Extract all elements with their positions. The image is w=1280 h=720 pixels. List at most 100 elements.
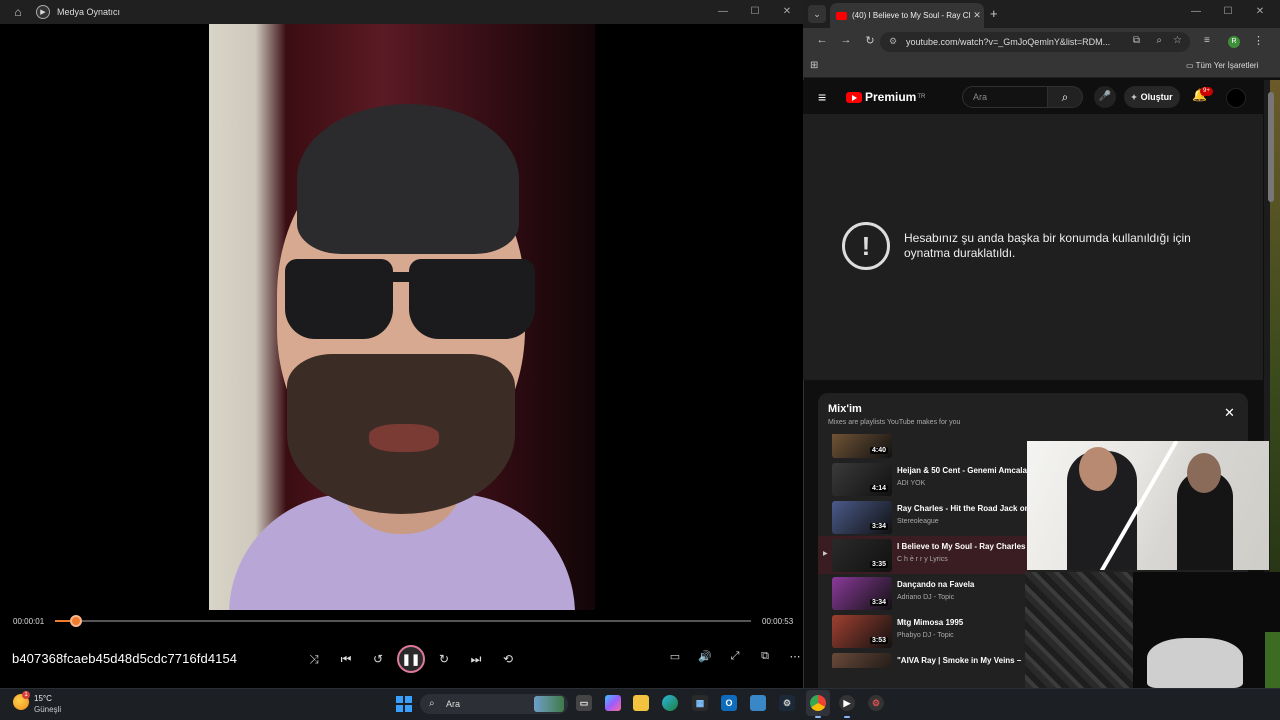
browser-close-button[interactable]: ✕ — [1244, 0, 1276, 24]
copilot-icon[interactable] — [605, 695, 621, 711]
playback-paused-message: Hesabınız şu anda başka bir konumda kull… — [904, 231, 1191, 260]
app-taskbar-icon[interactable]: ⚙ — [868, 695, 884, 711]
home-icon[interactable]: ⌂ — [0, 5, 36, 19]
all-bookmarks-link[interactable]: ▭ Tüm Yer İşaretleri — [1186, 61, 1258, 70]
mix-list-item[interactable]: 4:40Kenan Doğulu — [818, 434, 1028, 460]
tab-title: (40) I Believe to My Soul - Ray Charles — [852, 11, 970, 20]
weather-alert-badge: 1 — [22, 691, 30, 699]
subtitles-icon[interactable]: ▭ — [660, 650, 690, 663]
mix-item-channel: ADI YOK — [897, 480, 926, 487]
address-bar[interactable]: ⚙ youtube.com/watch?v=_GmJoQemlnY&list=R… — [880, 32, 1190, 52]
total-time: 00:00:53 — [762, 617, 794, 626]
skip-forward-30-icon[interactable]: ↻ — [428, 652, 460, 666]
mix-list-item[interactable]: 3:34 Dançando na Favela Adriano DJ - Topic — [818, 574, 1028, 612]
browser-maximize-button[interactable]: ☐ — [1212, 0, 1244, 24]
new-tab-button[interactable]: + — [990, 6, 998, 21]
close-button[interactable]: ✕ — [771, 0, 803, 24]
tab-close-icon[interactable]: ✕ — [970, 10, 984, 21]
zoom-icon[interactable]: ⌕ — [1156, 35, 1162, 46]
profile-avatar[interactable]: R — [1228, 36, 1240, 48]
media-player-taskbar-icon[interactable]: ▶ — [839, 695, 855, 711]
mix-item-title[interactable]: Mtg Mimosa 1995 — [897, 618, 1028, 627]
mix-playlist-list: 4:40Kenan Doğulu 4:14 Heijan & 50 Cent - G… — [818, 434, 1028, 668]
mix-item-duration: 3:34 — [870, 523, 889, 530]
video-preview-thumbnail[interactable] — [1027, 441, 1269, 570]
mix-list-item[interactable]: ▶ 3:35 I Believe to My Soul - Ray Charles … — [818, 536, 1028, 574]
minimize-button[interactable]: — — [707, 0, 739, 24]
mix-item-title[interactable]: Dançando na Favela — [897, 580, 1028, 589]
repeat-icon[interactable]: ⟲ — [492, 652, 524, 666]
search-icon[interactable]: ⌕ — [1047, 86, 1083, 108]
media-player-titlebar: ⌂ ▶ Medya Oynatıcı — ☐ ✕ — [0, 0, 803, 24]
browser-menu-icon[interactable]: ⋮ — [1253, 34, 1264, 47]
microphone-icon[interactable]: 🎤 — [1094, 86, 1116, 108]
mix-item-title[interactable]: I Believe to My Soul - Ray Charles [ — [897, 542, 1028, 551]
windows-start-icon[interactable] — [396, 696, 412, 712]
video-frame[interactable] — [209, 24, 595, 610]
mix-item-thumbnail[interactable] — [832, 653, 892, 668]
browser-minimize-button[interactable]: — — [1180, 0, 1212, 24]
player-extra-controls: ▭ 🔊 ⤢ ⧉ ⋯ — [660, 650, 810, 663]
browser-tab[interactable]: (40) I Believe to My Soul - Ray Charles … — [830, 3, 984, 28]
next-track-icon[interactable]: ⏭ — [460, 652, 492, 667]
volume-icon[interactable]: 🔊 — [690, 650, 720, 663]
mix-list-item[interactable]: 4:14 Heijan & 50 Cent - Genemi Amcalar ADI… — [818, 460, 1028, 498]
hamburger-menu-icon[interactable]: ≡ — [818, 89, 826, 105]
close-icon[interactable]: ✕ — [1224, 405, 1235, 421]
media-player-app-icon: ▶ — [36, 5, 50, 19]
weather-description[interactable]: Güneşli — [34, 705, 61, 714]
install-app-icon[interactable]: ⧉ — [1133, 35, 1140, 46]
youtube-favicon-icon — [836, 11, 847, 20]
site-info-icon[interactable]: ⚙ — [889, 36, 897, 47]
address-bar-url: youtube.com/watch?v=_GmJoQemlnY&list=RDM… — [906, 37, 1111, 47]
mix-item-title[interactable]: Ray Charles - Hit the Road Jack on — [897, 504, 1028, 513]
weather-temperature[interactable]: 15°C — [34, 694, 52, 703]
youtube-premium-logo[interactable]: Premium TR — [846, 90, 925, 104]
edge-browser-icon[interactable] — [662, 695, 678, 711]
mix-item-duration: 4:14 — [870, 485, 889, 492]
mix-item-channel: Stereoleague — [897, 518, 939, 525]
fullscreen-icon[interactable]: ⤢ — [720, 650, 750, 663]
task-view-icon[interactable]: ▭ — [576, 695, 592, 711]
media-control-icon[interactable]: ≡ — [1204, 35, 1210, 46]
mix-list-item[interactable]: "AIVA Ray | Smoke in My Veins – — [818, 650, 1028, 668]
miniplayer-icon[interactable]: ⧉ — [750, 650, 780, 663]
chrome-icon[interactable] — [810, 695, 826, 711]
pause-button[interactable]: ❚❚ — [397, 645, 425, 673]
youtube-account-avatar[interactable] — [1226, 88, 1246, 108]
youtube-search-input[interactable]: Ara — [962, 86, 1048, 108]
skip-back-10-icon[interactable]: ↺ — [362, 652, 394, 666]
mix-item-title[interactable]: "AIVA Ray | Smoke in My Veins – — [897, 656, 1028, 665]
file-explorer-icon[interactable] — [633, 695, 649, 711]
steam-icon[interactable]: ⚙ — [779, 695, 795, 711]
outlook-icon[interactable]: O — [721, 695, 737, 711]
previous-track-icon[interactable]: ⏮ — [330, 652, 362, 667]
mix-item-channel: Phabyo DJ - Topic — [897, 632, 954, 639]
mix-item-title[interactable]: Heijan & 50 Cent - Genemi Amcalar — [897, 466, 1028, 475]
scrollbar-thumb[interactable] — [1268, 92, 1274, 202]
photos-app-icon[interactable] — [750, 695, 766, 711]
mix-item-duration: 3:34 — [870, 599, 889, 606]
bookmark-star-icon[interactable]: ☆ — [1173, 35, 1182, 46]
shuffle-icon[interactable]: ⤨ — [298, 652, 330, 667]
video-cap — [297, 104, 519, 254]
apps-grid-icon[interactable]: ⊞ — [810, 60, 818, 71]
chrome-running-indicator — [815, 716, 821, 718]
video-sunglasses-right — [409, 259, 535, 339]
reload-icon[interactable]: ↻ — [858, 34, 882, 47]
microsoft-store-icon[interactable]: ▦ — [692, 695, 708, 711]
mix-list-item[interactable]: 3:53 Mtg Mimosa 1995 Phabyo DJ - Topic — [818, 612, 1028, 650]
seek-bar-thumb[interactable] — [69, 615, 82, 627]
mix-item-thumbnail[interactable] — [832, 434, 892, 458]
taskbar-search-box[interactable]: ⌕ Ara — [420, 694, 568, 714]
tab-search-icon[interactable]: ⌄ — [808, 5, 826, 23]
back-arrow-icon[interactable]: ← — [810, 34, 834, 47]
seek-bar[interactable] — [55, 620, 751, 622]
maximize-button[interactable]: ☐ — [739, 0, 771, 24]
create-button[interactable]: + Oluştur — [1124, 86, 1180, 108]
webcam-wall — [1025, 572, 1133, 688]
current-time: 00:00:01 — [13, 617, 45, 626]
mix-subtitle: Mixes are playlists YouTube makes for yo… — [828, 419, 961, 426]
forward-arrow-icon[interactable]: → — [834, 34, 858, 47]
mix-list-item[interactable]: 3:34 Ray Charles - Hit the Road Jack on St… — [818, 498, 1028, 536]
